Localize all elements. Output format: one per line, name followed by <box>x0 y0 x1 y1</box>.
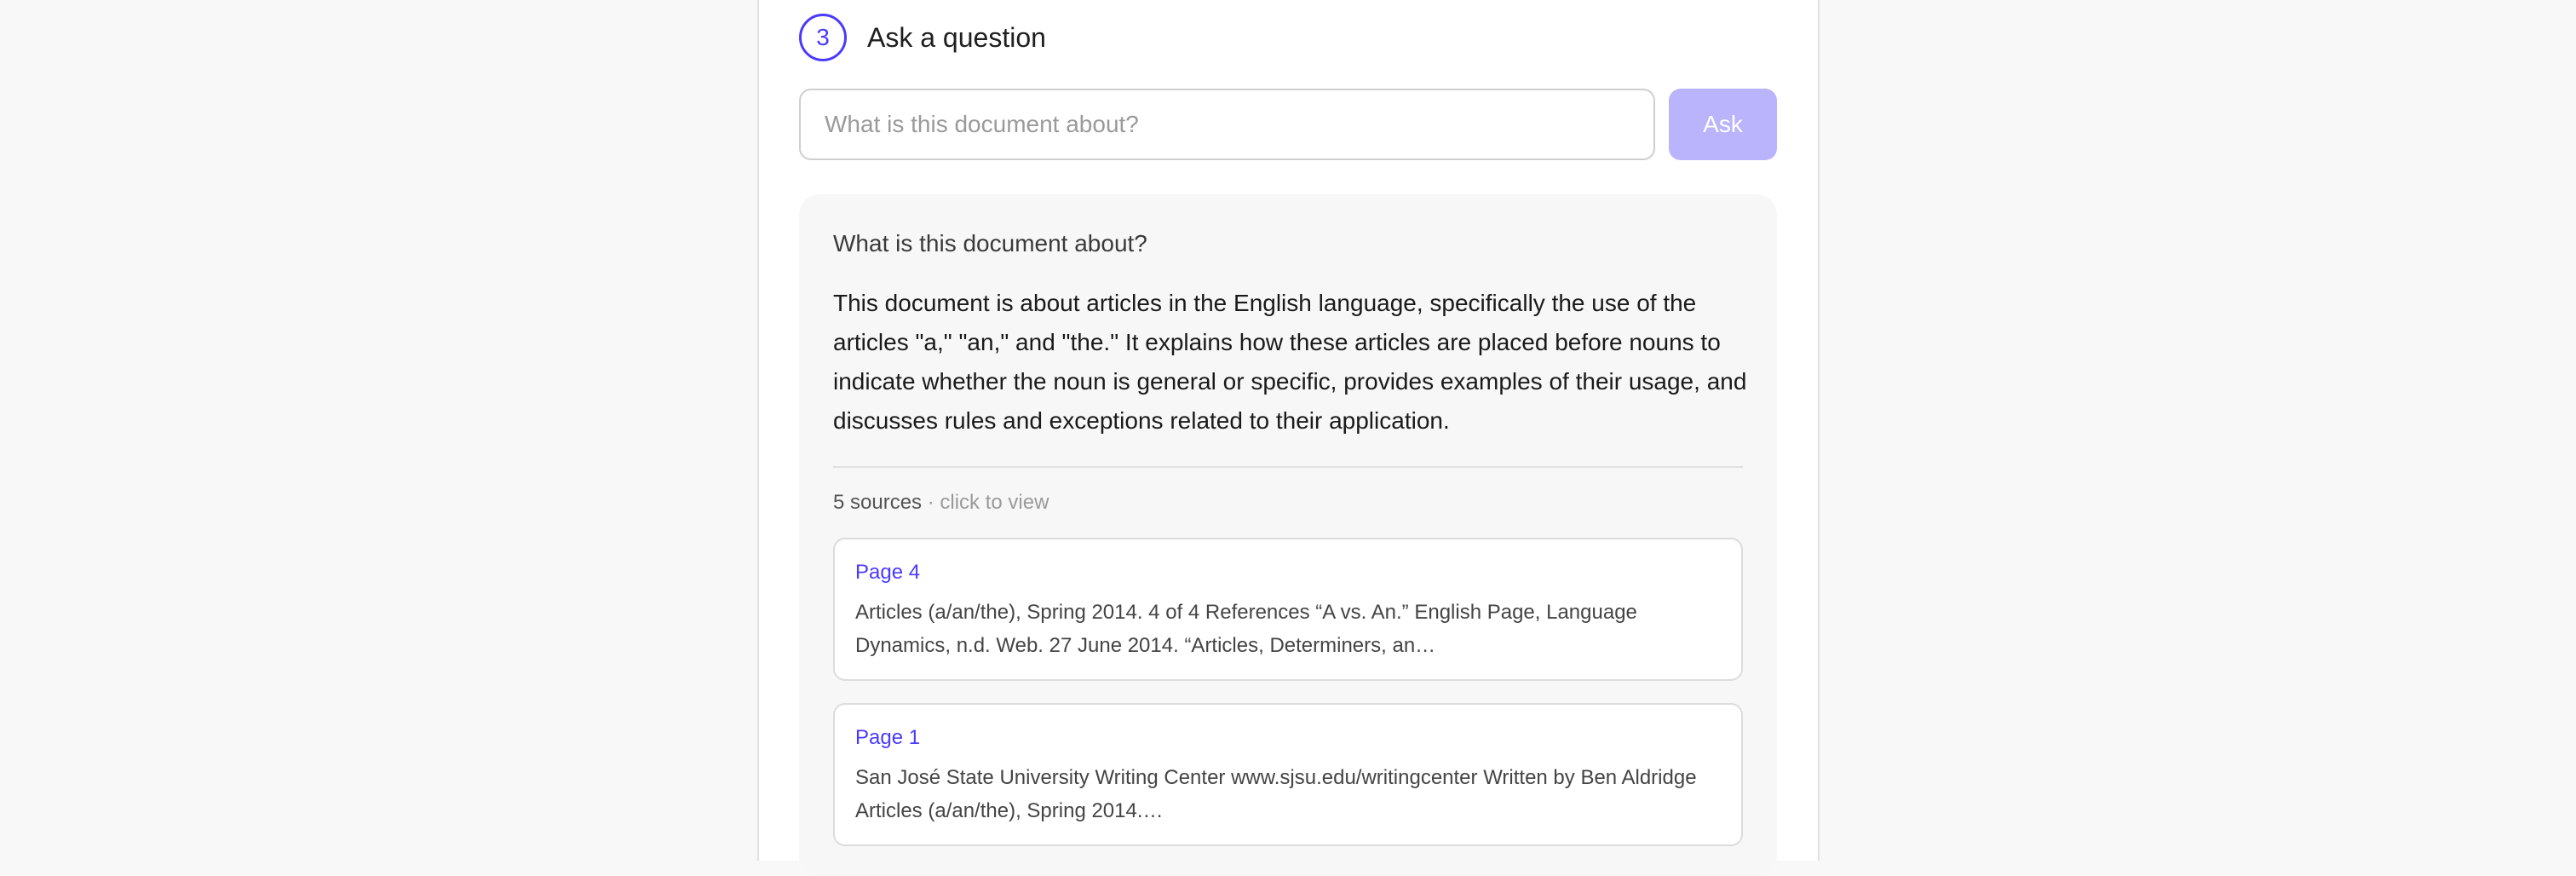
source-snippet: San José State University Writing Center… <box>855 766 1697 822</box>
step-number-badge: 3 <box>799 14 847 61</box>
question-input[interactable] <box>799 89 1655 160</box>
source-page-link[interactable]: Page 4 <box>855 560 1721 585</box>
step-title: Ask a question <box>867 21 1046 53</box>
sources-count: 5 sources <box>833 491 923 514</box>
source-page-link[interactable]: Page 1 <box>855 725 1721 751</box>
asked-question: What is this document about? <box>833 230 1147 256</box>
answer-text: This document is about articles in the E… <box>833 290 1747 434</box>
source-card[interactable]: Page 1 San José State University Writing… <box>833 703 1743 846</box>
divider <box>833 466 1743 468</box>
step-header: 3 Ask a question <box>799 14 1046 61</box>
sources-hint: · click to view <box>922 491 1049 514</box>
sources-summary[interactable]: 5 sources · click to view <box>833 490 1743 516</box>
ask-button[interactable]: Ask <box>1669 89 1777 160</box>
answer-card: What is this document about? This docume… <box>799 194 1777 876</box>
document-qa-panel: 3 Ask a question Ask What is this docume… <box>757 0 1820 876</box>
source-snippet: Articles (a/an/the), Spring 2014. 4 of 4… <box>855 601 1637 657</box>
ask-row: Ask <box>799 89 1777 160</box>
source-card[interactable]: Page 4 Articles (a/an/the), Spring 2014.… <box>833 538 1743 681</box>
